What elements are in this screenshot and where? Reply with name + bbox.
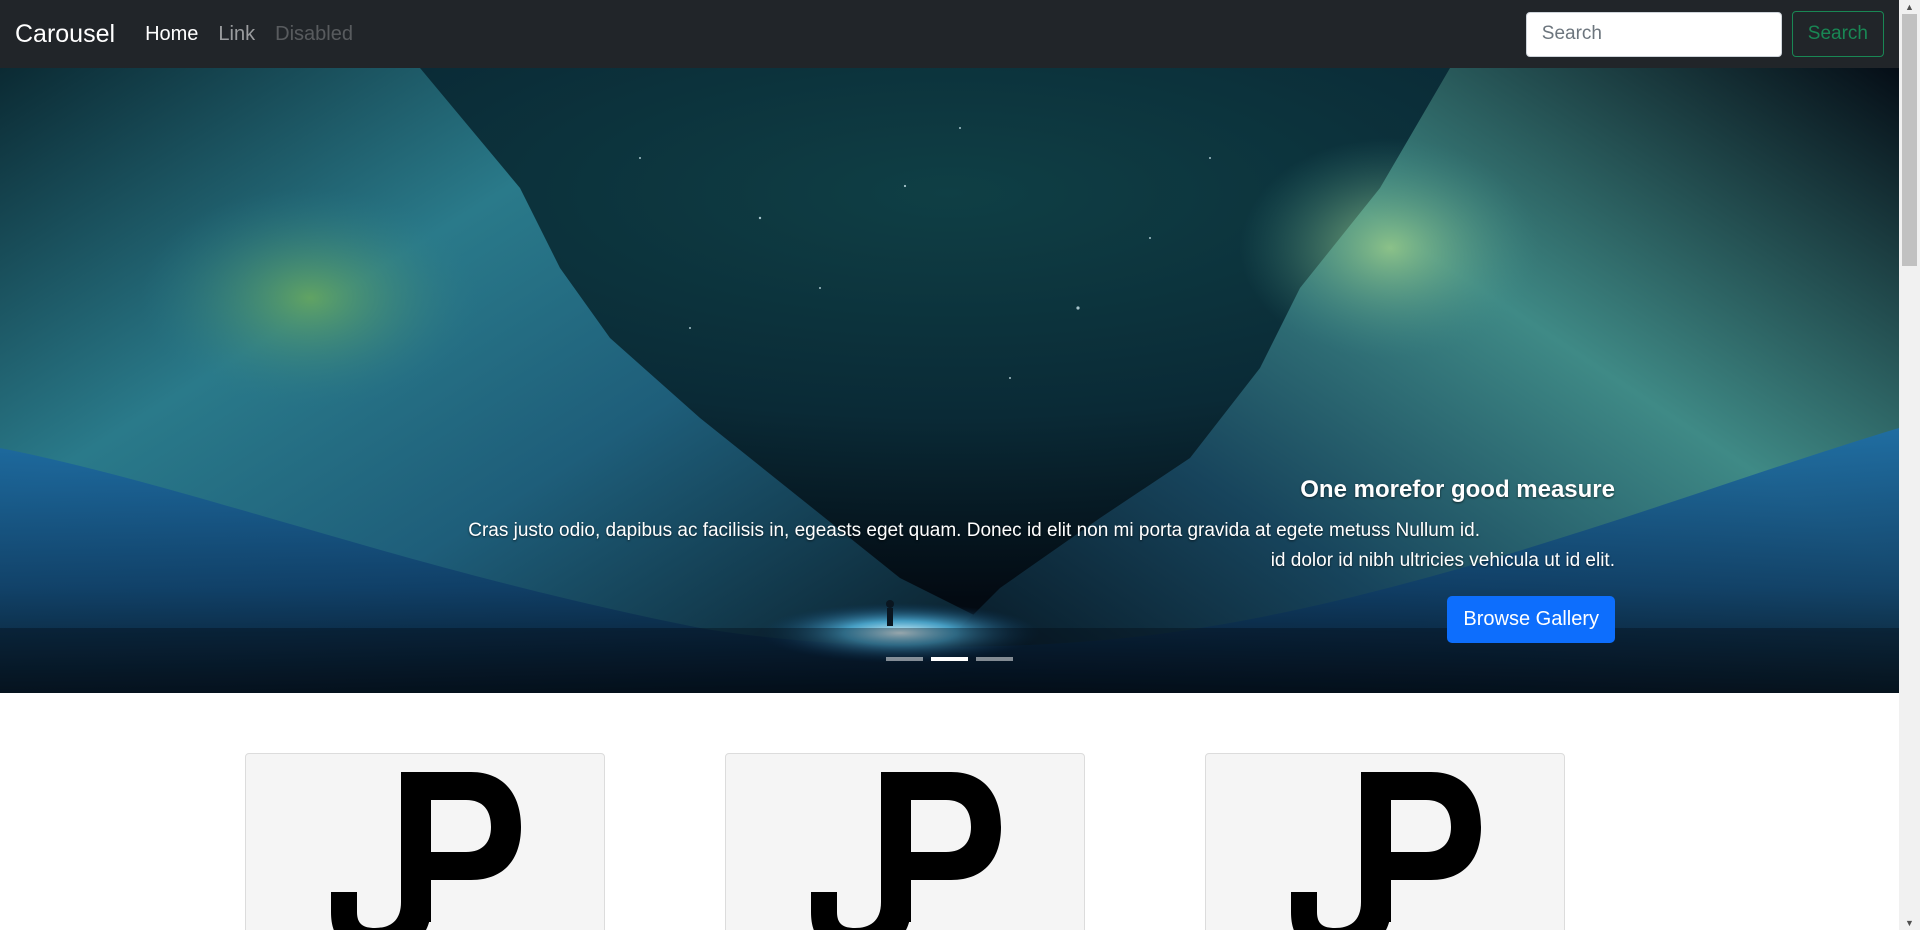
jp-world-logo-icon: W ORLD <box>1291 772 1481 930</box>
search-input[interactable] <box>1525 11 1782 57</box>
jp-world-logo-icon: W ORLD <box>331 772 521 930</box>
card-3[interactable]: W ORLD <box>1205 753 1565 930</box>
carousel-caption: One morefor good measure Cras justo odio… <box>415 476 1615 643</box>
scrollbar-thumb[interactable] <box>1902 14 1917 266</box>
browse-gallery-button[interactable]: Browse Gallery <box>1447 596 1615 643</box>
search-button[interactable]: Search <box>1791 11 1884 57</box>
carousel-indicator-3[interactable] <box>976 657 1013 661</box>
scroll-up-arrow-icon[interactable]: ▲ <box>1899 0 1920 14</box>
nav-link-home[interactable]: Home <box>145 23 198 46</box>
page-scrollbar[interactable]: ▲ ▼ <box>1899 0 1920 930</box>
navbar: Carousel Home Link Disabled Search <box>0 0 1899 68</box>
carousel-indicators <box>0 657 1899 661</box>
carousel-caption-title: One morefor good measure <box>1300 476 1615 503</box>
carousel-caption-text-line1: Cras justo odio, dapibus ac facilisis in… <box>468 520 1480 541</box>
carousel-indicator-2[interactable] <box>931 657 968 661</box>
jp-world-logo-icon: W ORLD <box>811 772 1001 930</box>
card-1[interactable]: W ORLD <box>245 753 605 930</box>
carousel-caption-text: Cras justo odio, dapibus ac facilisis in… <box>415 516 1615 576</box>
nav-link-disabled: Disabled <box>275 22 353 45</box>
cards-row: W ORLD W ORLD W ORLD <box>245 753 1565 930</box>
card-2[interactable]: W ORLD <box>725 753 1085 930</box>
navbar-brand[interactable]: Carousel <box>15 20 115 49</box>
hero-carousel[interactable]: One morefor good measure Cras justo odio… <box>0 68 1899 693</box>
page: Carousel Home Link Disabled Search Searc… <box>0 0 1920 930</box>
nav-link-link[interactable]: Link <box>218 23 255 46</box>
scroll-down-arrow-icon[interactable]: ▼ <box>1899 916 1920 930</box>
carousel-indicator-1[interactable] <box>886 657 923 661</box>
carousel-caption-text-line2: id dolor id nibh ultricies vehicula ut i… <box>1270 550 1615 571</box>
